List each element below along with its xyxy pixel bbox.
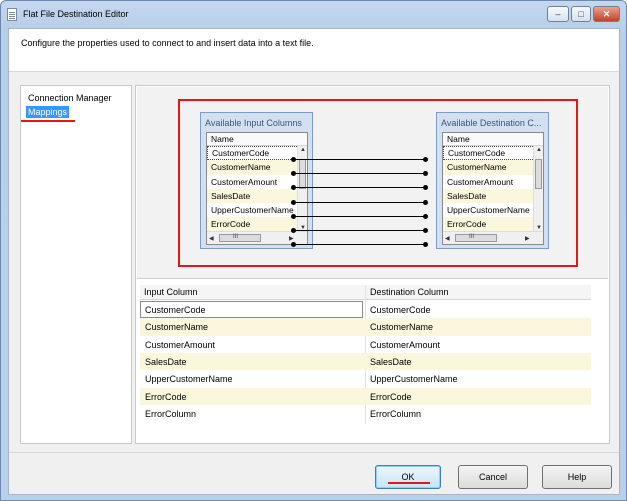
destination-column-item[interactable]: ErrorCode: [443, 217, 543, 232]
scroll-left-icon[interactable]: ◀: [445, 235, 450, 242]
destination-column-item[interactable]: CustomerName: [443, 160, 543, 175]
destination-cell[interactable]: ErrorColumn: [370, 409, 421, 419]
input-cell[interactable]: ErrorColumn: [145, 409, 196, 419]
table-row[interactable]: SalesDate SalesDate: [140, 352, 591, 371]
document-icon: [7, 8, 17, 21]
destination-horizontal-scrollbar[interactable]: ◀ III ▶: [443, 231, 543, 244]
input-box-title: Available Input Columns: [205, 118, 302, 128]
mapping-diagram: Available Input Columns Name CustomerCod…: [137, 87, 608, 279]
destination-column-item[interactable]: CustomerAmount: [443, 175, 543, 189]
highlight-underline: [21, 120, 75, 122]
input-cell[interactable]: ErrorCode: [145, 392, 187, 402]
mapping-line[interactable]: [291, 242, 428, 247]
footer-divider: [9, 452, 619, 453]
mapping-line[interactable]: [291, 200, 428, 205]
input-cell[interactable]: CustomerName: [145, 322, 208, 332]
destination-vertical-scrollbar[interactable]: ▲ ▼: [533, 146, 543, 232]
input-list-header: Name: [207, 133, 307, 146]
nav-item-mappings[interactable]: Mappings: [26, 106, 70, 118]
mapping-line[interactable]: [291, 214, 428, 219]
description-text: Configure the properties used to connect…: [21, 38, 314, 48]
scroll-thumb[interactable]: III: [219, 234, 261, 242]
mapping-line[interactable]: [291, 171, 428, 176]
scroll-left-icon[interactable]: ◀: [209, 235, 214, 242]
maximize-button[interactable]: □: [571, 6, 591, 22]
scroll-up-icon[interactable]: ▲: [300, 147, 306, 153]
input-cell[interactable]: CustomerCode: [145, 305, 206, 315]
table-row[interactable]: ErrorCode ErrorCode: [140, 387, 591, 405]
available-input-columns-box[interactable]: Available Input Columns Name CustomerCod…: [200, 112, 313, 249]
table-row[interactable]: UpperCustomerName UpperCustomerName: [140, 370, 591, 387]
destination-cell[interactable]: CustomerCode: [370, 305, 431, 315]
help-button[interactable]: Help: [542, 465, 612, 489]
mapping-line[interactable]: [291, 157, 428, 162]
close-button[interactable]: ✕: [593, 6, 620, 22]
input-cell[interactable]: SalesDate: [145, 357, 187, 367]
input-cell[interactable]: UpperCustomerName: [145, 374, 233, 384]
destination-cell[interactable]: SalesDate: [370, 357, 412, 367]
highlight-underline: [388, 482, 430, 484]
destination-column-header[interactable]: Destination Column: [370, 287, 449, 297]
title-bar[interactable]: Flat File Destination Editor ‒ □ ✕: [1, 1, 626, 28]
scroll-thumb[interactable]: III: [455, 234, 497, 242]
scroll-thumb[interactable]: [535, 159, 542, 189]
table-row[interactable]: CustomerCode CustomerCode: [140, 301, 591, 318]
mapping-line[interactable]: [291, 185, 428, 190]
dialog-window: Flat File Destination Editor ‒ □ ✕ Confi…: [0, 0, 627, 501]
scroll-right-icon[interactable]: ▶: [289, 235, 294, 242]
scroll-thumb[interactable]: [299, 159, 306, 189]
minimize-button[interactable]: ‒: [547, 6, 569, 22]
available-destination-columns-box[interactable]: Available Destination C... Name Customer…: [436, 112, 549, 249]
table-row[interactable]: CustomerAmount CustomerAmount: [140, 336, 591, 353]
mapping-grid: Input Column Destination Column Customer…: [140, 285, 591, 424]
scroll-right-icon[interactable]: ▶: [525, 235, 530, 242]
input-column-header[interactable]: Input Column: [144, 287, 198, 297]
scroll-grip-icon: III: [469, 234, 475, 240]
input-cell[interactable]: CustomerAmount: [145, 340, 215, 350]
destination-box-title: Available Destination C...: [441, 118, 542, 128]
destination-cell[interactable]: UpperCustomerName: [370, 374, 458, 384]
destination-cell[interactable]: CustomerName: [370, 322, 433, 332]
window-title: Flat File Destination Editor: [23, 9, 129, 19]
destination-column-item[interactable]: SalesDate: [443, 188, 543, 204]
destination-cell[interactable]: CustomerAmount: [370, 340, 440, 350]
destination-column-item[interactable]: UpperCustomerName: [443, 203, 543, 217]
scroll-up-icon[interactable]: ▲: [536, 147, 542, 153]
table-row[interactable]: CustomerName CustomerName: [140, 318, 591, 336]
mapping-line[interactable]: [291, 228, 428, 233]
cancel-button[interactable]: Cancel: [458, 465, 528, 489]
destination-list-header: Name: [443, 133, 543, 146]
destination-cell[interactable]: ErrorCode: [370, 392, 412, 402]
destination-columns-list: Name CustomerCode CustomerName CustomerA…: [442, 132, 544, 245]
table-row[interactable]: ErrorColumn ErrorColumn: [140, 405, 591, 422]
mappings-panel: Available Input Columns Name CustomerCod…: [135, 85, 610, 444]
nav-item-connection-manager[interactable]: Connection Manager: [26, 92, 114, 104]
page-navigation-list: Connection Manager Mappings: [20, 85, 132, 444]
scroll-grip-icon: III: [233, 234, 239, 240]
ok-button[interactable]: OK: [375, 465, 441, 489]
dialog-client-area: Configure the properties used to connect…: [8, 28, 620, 495]
destination-column-item[interactable]: CustomerCode: [443, 146, 543, 161]
description-header: Configure the properties used to connect…: [9, 29, 619, 72]
